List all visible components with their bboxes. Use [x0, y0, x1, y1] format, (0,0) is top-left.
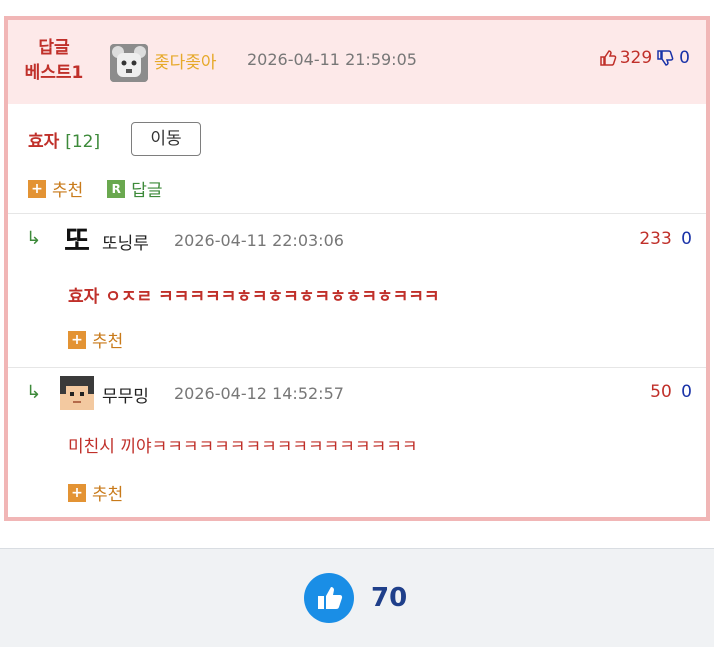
move-button[interactable]: 이동 [131, 122, 201, 156]
best-downvote-count: 0 [679, 48, 690, 68]
best-reply-box: 답글 베스트1 좆다좆아 2026-04-11 21:59:05 329 0 효… [4, 16, 710, 521]
reply-body: 효자 ㅇㅈㄹ ㅋㅋㅋㅋㅋㅎㅋㅎㅋㅎㅋㅎㅎㅋㅎㅋㅋㅋ [68, 287, 440, 307]
plus-icon: + [68, 330, 86, 349]
reply-arrow-icon: ↳ [26, 228, 42, 249]
best-badge-line1: 답글 [38, 38, 70, 58]
recommend-button[interactable]: + 추천 [28, 176, 83, 201]
reply-author-name[interactable]: 또닝루 [102, 229, 149, 254]
thumbs-down-icon[interactable] [656, 49, 674, 67]
reply-body: 미친시 끼야ㅋㅋㅋㅋㅋㅋㅋㅋㅋㅋㅋㅋㅋㅋㅋㅋㅋ [68, 437, 418, 457]
best-vote-counts: 329 0 [599, 48, 690, 68]
best-badge-line2: 베스트1 [24, 63, 84, 83]
reply-votes: 233 0 [639, 229, 692, 249]
reply-label: 답글 [131, 181, 163, 201]
reply-button[interactable]: R 답글 [107, 176, 163, 201]
like-button[interactable] [304, 573, 354, 623]
best-actions: + 추천 R 답글 [28, 176, 163, 201]
reply-downvote-count: 0 [681, 382, 692, 402]
best-reply-header: 답글 베스트1 좆다좆아 2026-04-11 21:59:05 329 0 [8, 20, 706, 104]
best-badge: 답글 베스트1 [14, 36, 94, 86]
reply-count: [12] [65, 132, 101, 152]
reply-votes: 50 0 [650, 382, 692, 402]
thumbs-up-icon [318, 587, 343, 609]
recommend-button[interactable]: + 추천 [68, 327, 123, 352]
reply-r-icon: R [107, 179, 126, 198]
avatar[interactable]: 또 [60, 224, 94, 258]
like-count: 70 [371, 583, 408, 613]
recommend-label: 추천 [52, 181, 84, 201]
like-bar: 70 [0, 548, 714, 647]
reply-arrow-icon: ↳ [26, 382, 42, 403]
best-post-date: 2026-04-11 21:59:05 [247, 50, 417, 69]
reply-author-name[interactable]: 무무밍 [102, 382, 149, 407]
reply-upvote-count: 233 [639, 229, 672, 249]
reply-target-name[interactable]: 효자 [28, 132, 59, 152]
avatar[interactable] [110, 44, 148, 82]
recommend-label: 추천 [92, 485, 124, 505]
best-author-name[interactable]: 좆다좆아 [154, 48, 217, 73]
pixel-face-avatar-icon [60, 376, 94, 410]
plus-icon: + [28, 179, 46, 198]
list-item: ↳ 또 또닝루 2026-04-11 22:03:06 233 0 효자 ㅇㅈㄹ… [8, 214, 706, 374]
reply-date: 2026-04-12 14:52:57 [174, 384, 344, 403]
recommend-label: 추천 [92, 332, 124, 352]
reply-target: 효자 [12] [28, 127, 100, 152]
thumbs-up-icon[interactable] [599, 49, 617, 67]
plus-icon: + [68, 483, 86, 502]
reply-upvote-count: 50 [650, 382, 672, 402]
bear-avatar-icon [110, 44, 148, 82]
list-item: ↳ 무무밍 2026-04-12 14:52:57 50 0 미친시 끼야ㅋㅋㅋ… [8, 368, 706, 518]
avatar[interactable] [60, 376, 94, 410]
best-upvote-count: 329 [619, 48, 653, 68]
reply-downvote-count: 0 [681, 229, 692, 249]
recommend-button[interactable]: + 추천 [68, 480, 123, 505]
reply-date: 2026-04-11 22:03:06 [174, 231, 344, 250]
